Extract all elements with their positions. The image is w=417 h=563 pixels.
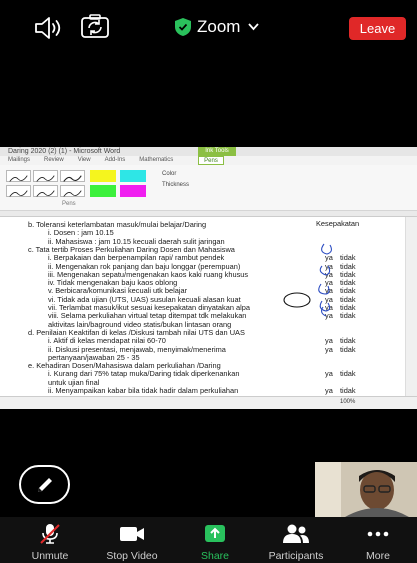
pens-ribbon: Color Thickness Pens <box>0 165 417 211</box>
participant-video-frame <box>315 462 417 517</box>
highlighter-magenta <box>120 185 146 197</box>
pen-style-1 <box>6 170 31 182</box>
highlighter-yellow <box>90 170 116 182</box>
ink-tools-context-tab: Ink Tools <box>198 147 236 156</box>
tab-mailings: Mailings <box>8 157 31 163</box>
share-label: Share <box>200 550 230 562</box>
pencil-icon <box>37 477 52 492</box>
agreement-ya: ya <box>325 311 333 321</box>
word-zoom-level: 100% <box>340 399 356 405</box>
agreement-ya: ya <box>325 369 333 379</box>
word-status-bar: 100% <box>0 396 417 409</box>
participants-icon <box>283 524 309 543</box>
participants-label: Participants <box>268 550 324 562</box>
muted-microphone-icon <box>40 524 60 544</box>
meeting-toolbar: Unmute Stop Video Share Participants Mor… <box>0 517 417 563</box>
tab-view: View <box>77 157 91 163</box>
highlighter-cyan <box>120 170 146 182</box>
tab-pens: Pens <box>198 156 224 165</box>
agreement-tidak: tidak <box>340 311 356 321</box>
annotate-button[interactable] <box>19 465 70 504</box>
shared-screen: Daring 2020 (2) (1) - Microsoft Word Ink… <box>0 147 417 409</box>
speaker-icon[interactable] <box>34 17 64 39</box>
self-video-thumbnail[interactable] <box>315 462 417 517</box>
more-dots-icon <box>367 531 389 537</box>
agreement-ya: ya <box>325 386 333 395</box>
pen-style-6 <box>60 185 85 197</box>
pen-color-option: Color <box>162 171 177 177</box>
pen-style-5 <box>33 185 58 197</box>
agreement-tidak: tidak <box>340 344 356 354</box>
participants-button[interactable]: Participants <box>256 523 336 562</box>
pens-group-label: Pens <box>62 201 76 207</box>
agreement-tidak: tidak <box>340 386 356 395</box>
unmute-button[interactable]: Unmute <box>10 523 90 562</box>
more-button[interactable]: More <box>338 523 417 562</box>
video-camera-icon <box>120 527 144 541</box>
tab-mathematics: Mathematics <box>139 157 174 163</box>
pen-style-3 <box>60 170 85 182</box>
meeting-title-dropdown[interactable]: Zoom <box>175 17 260 37</box>
camera-switch-icon[interactable] <box>80 13 110 39</box>
tab-review: Review <box>44 157 64 163</box>
more-label: More <box>366 550 390 562</box>
meeting-title: Zoom <box>197 17 241 36</box>
meeting-top-bar: Zoom Leave <box>0 0 417 58</box>
highlighter-green <box>90 185 116 197</box>
pen-style-2 <box>33 170 58 182</box>
stop-video-label: Stop Video <box>106 550 158 562</box>
agreement-header: Kesepakatan <box>316 219 360 228</box>
unmute-label: Unmute <box>31 550 69 562</box>
document-page: Kesepakatan b. Toleransi keterlambatan m… <box>0 217 405 397</box>
document-line: ii. Menyampaikan kabar bila tidak hadir … <box>48 386 239 395</box>
agreement-ya: ya <box>325 344 333 354</box>
tab-add-ins: Add-Ins <box>104 157 126 163</box>
pen-thickness-option: Thickness <box>162 182 190 188</box>
pen-style-4 <box>6 185 31 197</box>
leave-button[interactable]: Leave <box>349 17 406 40</box>
vertical-scrollbar <box>405 217 417 397</box>
share-screen-icon <box>205 525 225 542</box>
chevron-down-icon <box>248 23 260 31</box>
stop-video-button[interactable]: Stop Video <box>92 523 172 562</box>
agreement-tidak: tidak <box>340 369 356 379</box>
shield-check-icon <box>175 18 191 36</box>
share-button[interactable]: Share <box>175 523 255 562</box>
